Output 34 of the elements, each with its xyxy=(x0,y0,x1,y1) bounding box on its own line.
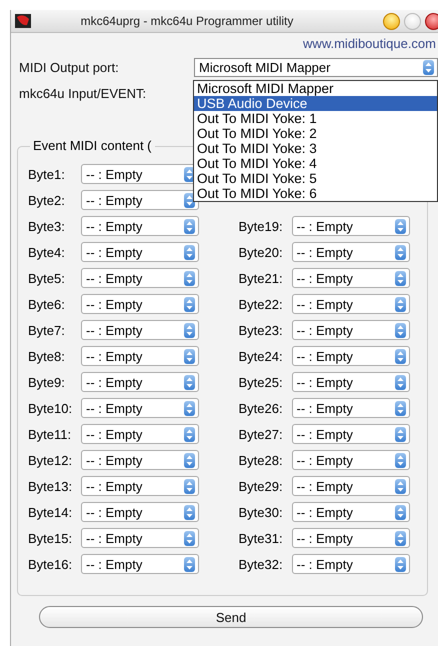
byte-label: Byte1: xyxy=(28,166,66,182)
byte-label: Byte2: xyxy=(28,192,66,208)
byte-label: Byte22: xyxy=(238,296,284,312)
byte-label: Byte11: xyxy=(28,426,72,442)
byte-label: Byte31: xyxy=(238,530,284,546)
group-title: Event MIDI content ( xyxy=(30,138,154,153)
byte-label: Byte19: xyxy=(238,218,284,234)
byte-label: Byte28: xyxy=(238,452,284,468)
byte-label: Byte27: xyxy=(238,426,284,442)
window-title: mkc64uprg - mkc64u Programmer utility xyxy=(80,14,294,28)
byte-label: Byte10: xyxy=(28,400,74,416)
byte-label: Byte5: xyxy=(28,270,66,286)
byte-label: Byte20: xyxy=(238,244,284,260)
byte-label: Byte21: xyxy=(238,270,284,286)
byte-label: Byte6: xyxy=(28,296,66,312)
byte-label: Byte16: xyxy=(28,556,74,572)
byte-label: Byte26: xyxy=(238,400,284,416)
byte-label: Byte4: xyxy=(28,244,66,260)
byte-label: Byte15: xyxy=(28,530,74,546)
byte-label: Byte12: xyxy=(28,452,74,468)
byte-label: Byte8: xyxy=(28,348,66,364)
byte-label: Byte24: xyxy=(238,348,284,364)
byte-label: Byte25: xyxy=(238,374,284,390)
byte-label: Byte7: xyxy=(28,322,66,338)
byte-label: Byte29: xyxy=(238,478,284,494)
byte-label: Byte13: xyxy=(28,478,74,494)
field-label: MIDI Output port: xyxy=(19,60,120,74)
byte-label: Byte3: xyxy=(28,218,66,234)
byte-label: Byte32: xyxy=(238,556,284,572)
byte-label: Byte23: xyxy=(238,322,284,338)
byte-label: Byte9: xyxy=(28,374,66,390)
byte-label: Byte14: xyxy=(28,504,74,520)
field-label: mkc64u Input/EVENT: xyxy=(19,86,146,100)
byte-label: Byte30: xyxy=(238,504,284,520)
